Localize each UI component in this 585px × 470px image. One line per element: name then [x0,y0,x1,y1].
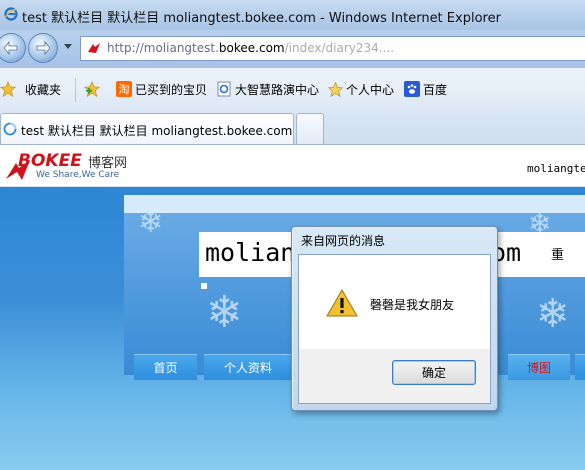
baidu-paw-icon [404,81,420,97]
ie-logo-icon [4,7,18,21]
favorite-link-personal-center[interactable]: 个人中心 [327,80,394,98]
dialog-title: 来自网页的消息 [301,234,386,248]
favorite-link-roadshow[interactable]: 大智慧路演中心 [216,80,319,98]
tab-label: test 默认栏目 默认栏目 moliangtest.bokee.com [21,124,293,138]
blog-title-edge: 重 [551,248,565,263]
window-title: test 默认栏目 默认栏目 moliangtest.bokee.com - W… [22,11,501,26]
back-button[interactable] [0,33,26,63]
dialog-body: 磬磬是我女朋友 [299,255,490,349]
favorites-button[interactable]: 收藏夹 [0,80,61,98]
url-host: bokee.com [218,41,285,55]
star-icon [327,81,343,97]
header-username[interactable]: moliangte [527,162,585,175]
add-favorite-button[interactable] [84,80,100,98]
favorites-separator [75,78,76,102]
arrow-right-icon [36,41,51,55]
forward-button[interactable] [28,33,58,63]
arrow-left-icon [3,41,18,55]
address-url[interactable]: http://moliangtest.bokee.com/index/diary… [107,41,394,55]
bokee-favicon-icon [88,43,100,53]
favorites-label: 收藏夹 [25,82,62,97]
url-prefix: http://moliangtest. [107,41,219,55]
blog-nav-album[interactable]: 博图 [508,354,570,380]
ok-button[interactable]: 确定 [392,360,476,385]
favorite-link-bought[interactable]: 淘 已买到的宝贝 [116,80,207,98]
logo-slogan: We Share,We Care [36,170,120,180]
snowflake-icon: ❄ [206,287,243,338]
favorite-link-label: 个人中心 [346,82,395,97]
logo-cn-text: 博客网 [88,156,128,171]
recent-pages-dropdown[interactable] [64,44,72,49]
blog-nav-profile[interactable]: 个人资料 [204,354,292,380]
page-loading-icon [3,122,17,136]
dialog-message: 磬磬是我女朋友 [370,298,455,312]
banner-marker [201,283,207,289]
favorite-link-baidu[interactable]: 百度 [404,80,447,98]
tab-strip: test 默认栏目 默认栏目 moliangtest.bokee.com [0,110,585,145]
add-favorite-icon [84,80,100,97]
logo-text: BOKEE [18,151,82,171]
bokee-logo[interactable]: BOKEE 博客网 We Share,We Care [4,151,130,183]
dialog-content: 磬磬是我女朋友 确定 [298,254,491,404]
address-bar[interactable]: http://moliangtest.bokee.com/index/diary… [80,36,585,61]
site-header: BOKEE 博客网 We Share,We Care moliangte [0,145,585,187]
window-title-bar[interactable]: test 默认栏目 默认栏目 moliangtest.bokee.com - W… [0,0,585,30]
blog-nav-more[interactable] [575,354,585,380]
favorites-star-icon [0,80,16,97]
banner-top-strip [124,195,585,213]
navigation-bar: http://moliangtest.bokee.com/index/diary… [0,30,585,68]
favorites-bar: 收藏夹 淘 已买到的宝贝 大智慧路演中心 个人中心 百度 [0,68,585,111]
alert-dialog[interactable]: 来自网页的消息 磬磬是我女朋友 确定 [291,226,498,411]
tab-active[interactable]: test 默认栏目 默认栏目 moliangtest.bokee.com [0,113,294,144]
warning-icon [326,289,358,317]
taobao-icon: 淘 [116,81,132,97]
snowflake-icon: ❄ [536,291,570,337]
favorite-link-label: 已买到的宝贝 [135,82,208,97]
new-tab-button[interactable] [296,113,324,144]
blog-nav-home[interactable]: 首页 [134,354,197,380]
ie-page-icon [216,81,232,97]
favorite-link-label: 大智慧路演中心 [235,82,320,97]
url-tail: /index/diary234.... [284,41,395,55]
favorite-link-label: 百度 [423,82,448,97]
